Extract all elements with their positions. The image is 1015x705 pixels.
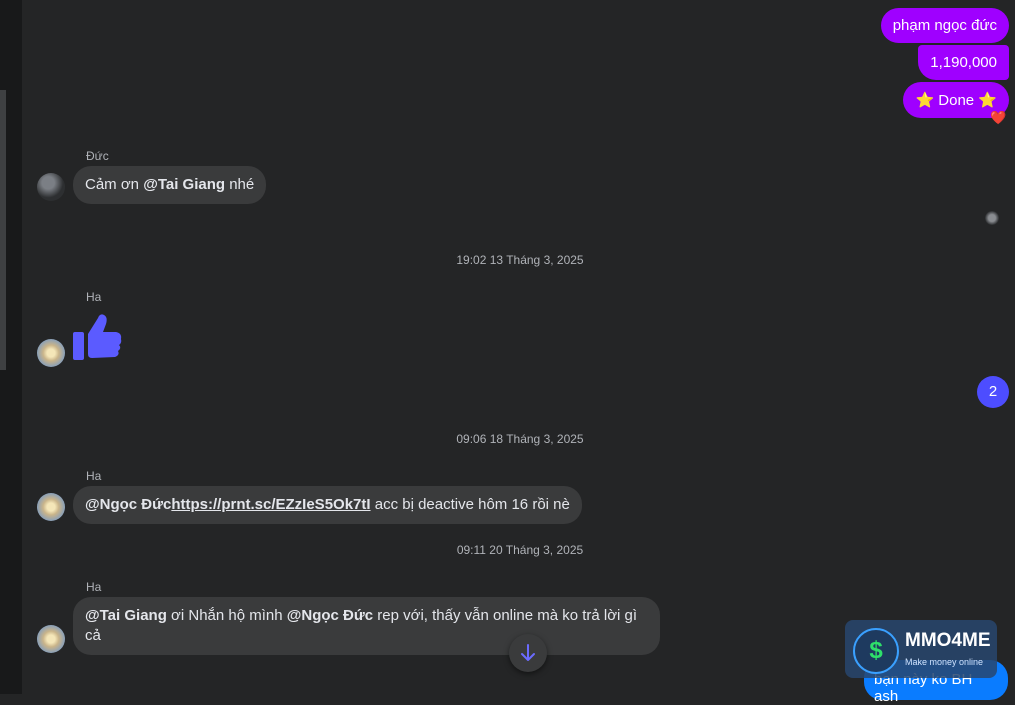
scrollbar-thumb[interactable] [0, 90, 6, 370]
mention[interactable]: @Tai Giang [143, 176, 225, 193]
incoming-message[interactable]: @Ngọc Đứchttps://prnt.sc/EZzIeS5Ok7tI ac… [73, 486, 582, 524]
sender-name: Ha [86, 580, 102, 594]
watermark-tagline: Make money online [905, 657, 984, 667]
thumbs-up-icon[interactable] [72, 312, 124, 362]
mention[interactable]: @Ngọc Đức [287, 607, 373, 624]
avatar[interactable] [37, 625, 65, 653]
watermark-logo: $ MMO4ME Make money online [845, 620, 997, 678]
scroll-to-bottom-button[interactable] [509, 634, 547, 672]
timestamp: 09:06 18 Tháng 3, 2025 [456, 432, 584, 446]
watermark-brand: MMO4ME [905, 630, 991, 651]
message-link[interactable]: https://prnt.sc/EZzIeS5Ok7tI [171, 496, 370, 513]
sender-name: Đức [86, 149, 109, 163]
sender-name: Ha [86, 469, 102, 483]
left-rail [0, 0, 22, 694]
outgoing-message[interactable]: 1,190,000 [918, 45, 1009, 80]
mention[interactable]: @Tai Giang [85, 607, 167, 624]
timestamp: 09:11 20 Tháng 3, 2025 [456, 543, 584, 557]
avatar[interactable] [37, 493, 65, 521]
unread-count-badge[interactable]: 2 [977, 376, 1009, 408]
message-text: Cảm ơn [85, 176, 144, 193]
message-text: phạm ngọc đức [892, 17, 997, 34]
message-text: nhé [225, 176, 255, 193]
outgoing-message[interactable]: phạm ngọc đức [880, 8, 1009, 43]
mention[interactable]: @Ngọc Đức [85, 496, 171, 513]
message-text: acc bị deactive hôm 16 rồi nè [370, 496, 570, 513]
chat-thread [22, 0, 1015, 694]
message-text: 1,190,000 [930, 54, 997, 71]
incoming-message[interactable]: Cảm ơn @Tai Giang nhé [73, 166, 267, 204]
message-text: ⭐ Done ⭐ [915, 92, 997, 109]
dollar-coin-icon: $ [853, 628, 899, 674]
sender-name: Ha [86, 290, 102, 304]
read-receipt-avatar [985, 211, 999, 225]
avatar[interactable] [37, 173, 65, 201]
message-text: ơi Nhắn hộ mình [166, 607, 287, 624]
incoming-message[interactable]: @Tai Giang ơi Nhắn hộ mình @Ngọc Đức rep… [73, 597, 660, 655]
heart-reaction-icon[interactable]: ❤️ [990, 110, 1006, 126]
arrow-down-icon [521, 644, 535, 661]
avatar[interactable] [37, 339, 65, 367]
timestamp: 19:02 13 Tháng 3, 2025 [456, 253, 584, 267]
